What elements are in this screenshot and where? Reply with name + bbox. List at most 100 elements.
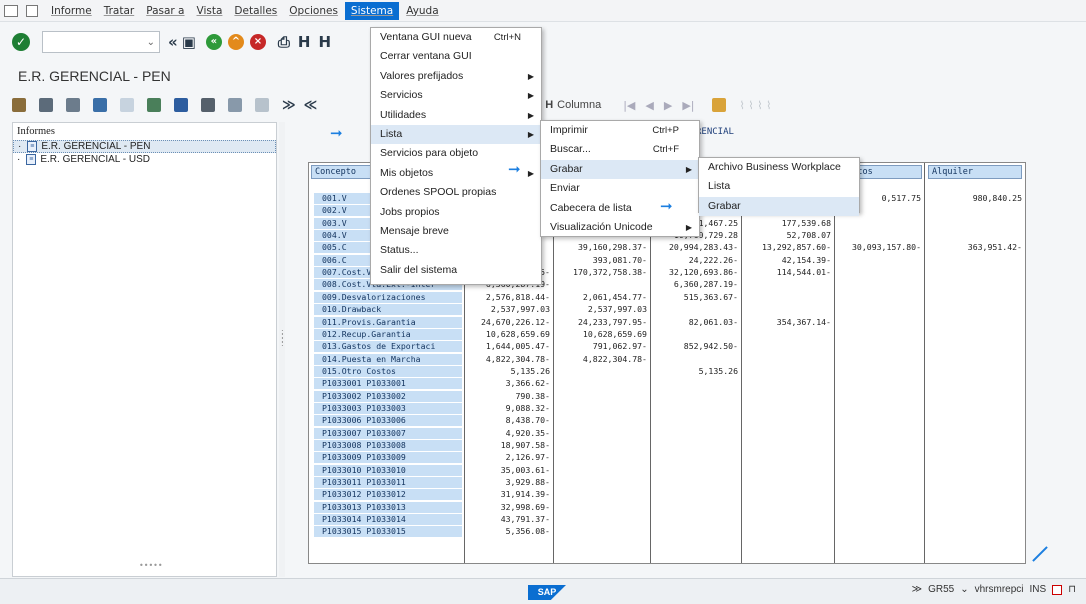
menu-sistema-item-9[interactable]: Jobs propios <box>371 203 541 222</box>
row-value[interactable]: 1,644,005.47- <box>464 341 553 352</box>
nav-first-icon[interactable]: |◀ <box>623 99 635 112</box>
row-label[interactable]: P1033008 P1033008 <box>314 440 462 451</box>
print-icon[interactable]: ⎙ <box>278 33 290 51</box>
row-value[interactable]: 52,708.07 <box>741 230 834 241</box>
expand-icon[interactable]: ≫ <box>282 98 296 113</box>
row-value[interactable]: 791,062.97- <box>553 341 650 352</box>
menu-sistema-item-5[interactable]: Lista ▶ <box>371 124 541 145</box>
row-value[interactable]: 31,914.39- <box>464 489 553 500</box>
row-value[interactable]: 4,822,304.78- <box>553 354 650 365</box>
layout-icon[interactable] <box>1052 584 1063 595</box>
row-value[interactable]: 4,920.35- <box>464 428 553 439</box>
splitter[interactable] <box>279 122 285 577</box>
tree-item-usd[interactable]: · ≡ E.R. GERENCIAL - USD <box>13 153 276 166</box>
row-label[interactable]: P1033014 P1033014 <box>314 514 462 526</box>
row-value[interactable]: 8,438.70- <box>464 415 553 426</box>
menu-lista-item-1[interactable]: Buscar... Ctrl+F <box>541 140 699 159</box>
row-value[interactable]: 5,356.08- <box>464 526 553 537</box>
row-value[interactable]: 2,576,818.44- <box>464 292 553 303</box>
row-label[interactable]: 009.Desvalorizaciones <box>314 291 462 303</box>
row-value[interactable]: 35,003.61- <box>464 465 553 476</box>
row-value[interactable]: 170,372,758.38- <box>553 267 650 278</box>
command-field[interactable]: ⌄ <box>42 31 160 53</box>
row-label[interactable]: 014.Puesta en Marcha <box>314 353 462 365</box>
menu-ayuda[interactable]: Ayuda <box>401 3 443 19</box>
column-button[interactable]: H Columna <box>545 99 601 111</box>
save-icon[interactable]: ▣ <box>182 33 196 51</box>
row-value[interactable]: 114,544.01- <box>741 267 834 278</box>
row-value[interactable]: 354,367.14- <box>741 317 834 328</box>
row-value[interactable]: 10,628,659.69 <box>464 329 553 340</box>
menu-detalles[interactable]: Detalles <box>229 3 282 19</box>
row-label[interactable]: P1033015 P1033015 <box>314 526 462 538</box>
lock-icon[interactable]: ⊓ <box>1068 584 1076 595</box>
row-label[interactable]: P1033002 P1033002 <box>314 390 462 402</box>
menu-sistema-item-12[interactable]: Salir del sistema <box>371 261 541 280</box>
menu-sistema-item-2[interactable]: Valores prefijados ▶ <box>371 67 541 86</box>
exit-circle-icon[interactable]: ^ <box>227 34 244 50</box>
window-icon[interactable] <box>4 4 18 17</box>
row-label[interactable]: 012.Recup.Garantia <box>314 328 462 340</box>
misc-icons[interactable]: ⌇ ⌇ ⌇ ⌇ <box>739 99 771 112</box>
row-label[interactable]: 013.Gastos de Exportaci <box>314 341 462 353</box>
row-label[interactable]: 015.Otro Costos <box>314 365 462 377</box>
menu-opciones[interactable]: Opciones <box>284 3 343 19</box>
row-value[interactable]: 42,154.39- <box>741 255 834 266</box>
row-label[interactable]: P1033012 P1033012 <box>314 489 462 501</box>
expand-status-icon[interactable]: ≫ <box>912 584 922 595</box>
row-label[interactable]: P1033006 P1033006 <box>314 415 462 427</box>
row-value[interactable]: 5,135.26 <box>464 366 553 377</box>
nav-next-icon[interactable]: ▶ <box>664 99 672 112</box>
row-label[interactable]: 011.Provis.Garantia <box>314 316 462 328</box>
menu-sistema-item-11[interactable]: Status... <box>371 241 541 260</box>
back-icon[interactable]: « <box>168 33 178 51</box>
row-value[interactable]: 2,126.97- <box>464 452 553 463</box>
row-value[interactable]: 3,366.62- <box>464 378 553 389</box>
chevron-down-icon[interactable]: ⌄ <box>960 584 968 595</box>
row-value[interactable]: 852,942.50- <box>650 341 741 352</box>
tree-item-pen[interactable]: · ≡ E.R. GERENCIAL - PEN <box>13 140 276 153</box>
row-value[interactable]: 2,061,454.77- <box>553 292 650 303</box>
row-value[interactable]: 32,120,693.86- <box>650 267 741 278</box>
row-value[interactable]: 39,160,298.37- <box>553 242 650 253</box>
filter-icon[interactable] <box>201 98 215 112</box>
nav-prev-icon[interactable]: ◀ <box>645 99 653 112</box>
row-label[interactable]: P1033013 P1033013 <box>314 501 462 513</box>
row-label[interactable]: P1033011 P1033011 <box>314 477 462 489</box>
row-value[interactable]: 24,222.26- <box>650 255 741 266</box>
row-value[interactable]: 3,929.88- <box>464 477 553 488</box>
tree-icon[interactable] <box>12 98 26 112</box>
row-value[interactable]: 177,539.68 <box>741 218 834 229</box>
row-value[interactable]: 24,233,797.95- <box>553 317 650 328</box>
menu-grabar-item-0[interactable]: Archivo Business Workplace <box>699 158 859 177</box>
menu-grabar-item-2[interactable]: Grabar <box>699 196 859 217</box>
collapse-icon[interactable]: ≪ <box>304 98 318 113</box>
menu-lista-item-3[interactable]: Enviar <box>541 179 699 198</box>
row-value[interactable]: 10,628,659.69 <box>553 329 650 340</box>
nav-last-icon[interactable]: ▶| <box>682 99 694 112</box>
row-value[interactable]: 20,994,283.43- <box>650 242 741 253</box>
cancel-circle-icon[interactable]: × <box>249 34 266 50</box>
menu-lista-item-4[interactable]: Cabecera de lista <box>541 199 699 218</box>
row-label[interactable]: P1033009 P1033009 <box>314 452 462 464</box>
menu-sistema-item-1[interactable]: Cerrar ventana GUI <box>371 47 541 66</box>
menu-lista-item-0[interactable]: Imprimir Ctrl+P <box>541 121 699 140</box>
menu-vista[interactable]: Vista <box>192 3 228 19</box>
status-system[interactable]: GR55 <box>928 584 954 595</box>
status-mode[interactable]: INS <box>1030 584 1047 595</box>
find-icon[interactable]: H <box>298 33 311 51</box>
graphic-icon[interactable] <box>120 98 134 112</box>
row-value[interactable]: 515,363.67- <box>650 292 741 303</box>
row-value[interactable]: 5,135.26 <box>650 366 741 377</box>
row-value[interactable]: 790.38- <box>464 391 553 402</box>
menu-sistema-item-4[interactable]: Utilidades ▶ <box>371 106 541 125</box>
chart-icon[interactable] <box>174 98 188 112</box>
menu-grabar-item-1[interactable]: Lista <box>699 177 859 196</box>
menu-pasar-a[interactable]: Pasar a <box>141 3 189 19</box>
menu-informe[interactable]: Informe <box>46 3 97 19</box>
sort-icon[interactable] <box>228 98 242 112</box>
row-value[interactable]: 980,840.25 <box>924 193 1025 204</box>
menu-sistema-item-3[interactable]: Servicios ▶ <box>371 86 541 105</box>
row-label[interactable]: 010.Drawback <box>314 304 462 316</box>
layout-icon[interactable] <box>93 98 107 112</box>
